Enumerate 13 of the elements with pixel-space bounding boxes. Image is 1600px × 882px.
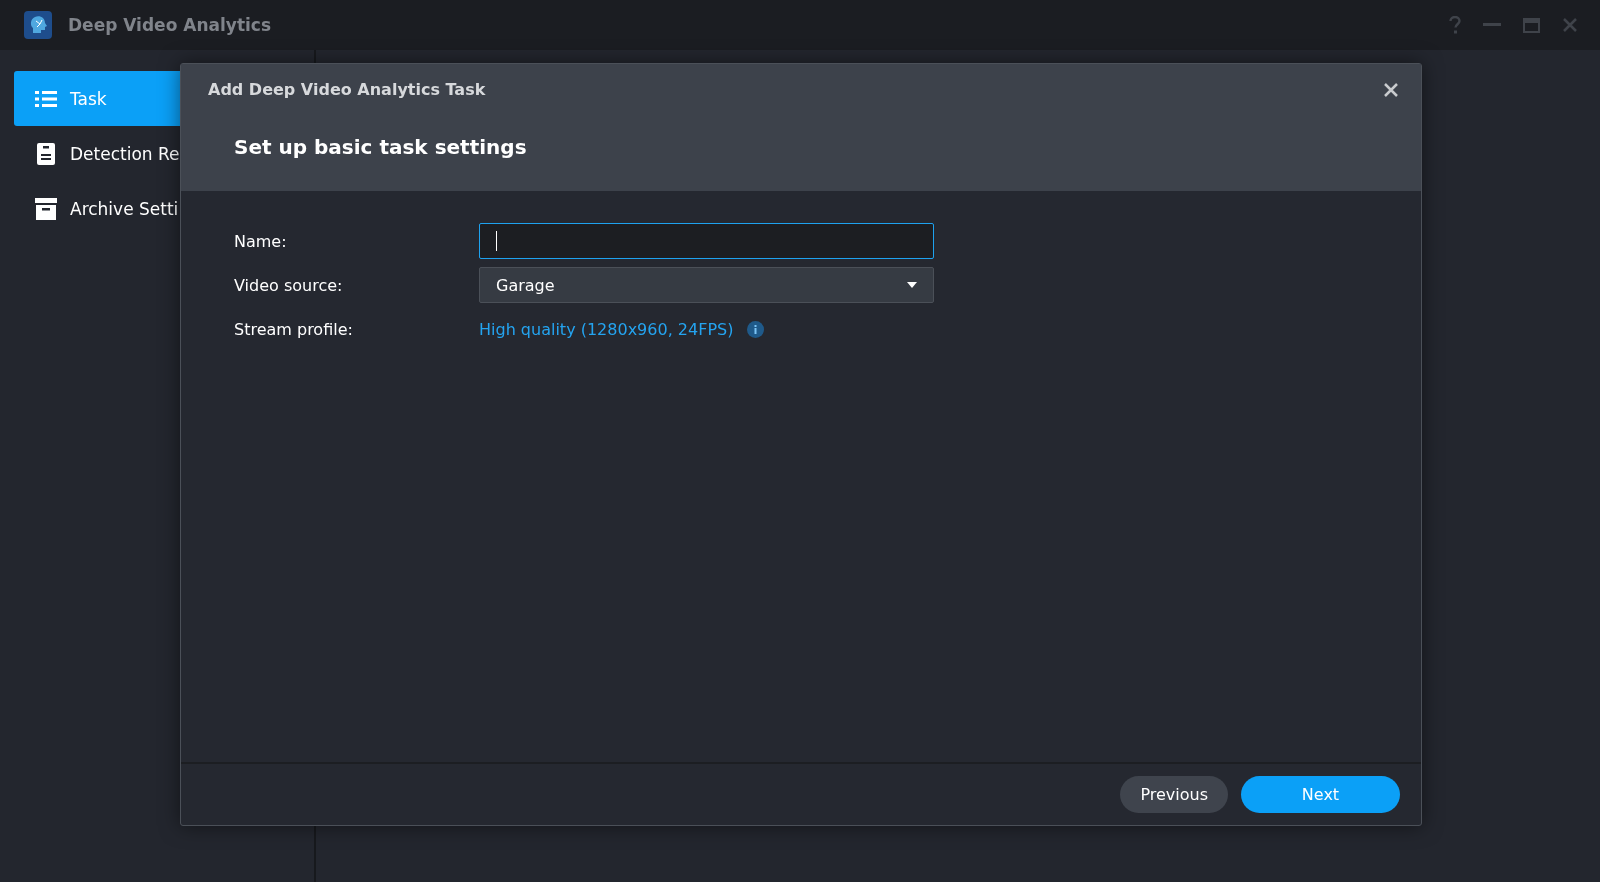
document-icon	[35, 142, 57, 165]
stream-profile-link[interactable]: High quality (1280x960, 24FPS)	[479, 319, 734, 339]
caret-icon[interactable]	[907, 282, 917, 288]
list-icon	[35, 89, 57, 108]
step-heading: Set up basic task settings	[234, 135, 527, 159]
previous-button[interactable]: Previous	[1120, 776, 1228, 813]
archive-icon	[35, 197, 57, 220]
field-label: Video source:	[234, 275, 344, 295]
field-label: Stream profile:	[234, 319, 354, 339]
video-source-dropdown[interactable]: Garage	[479, 267, 934, 303]
info-icon[interactable]	[747, 320, 765, 338]
app-logo-icon	[24, 11, 52, 39]
window-title: Deep Video Analytics	[68, 15, 272, 35]
